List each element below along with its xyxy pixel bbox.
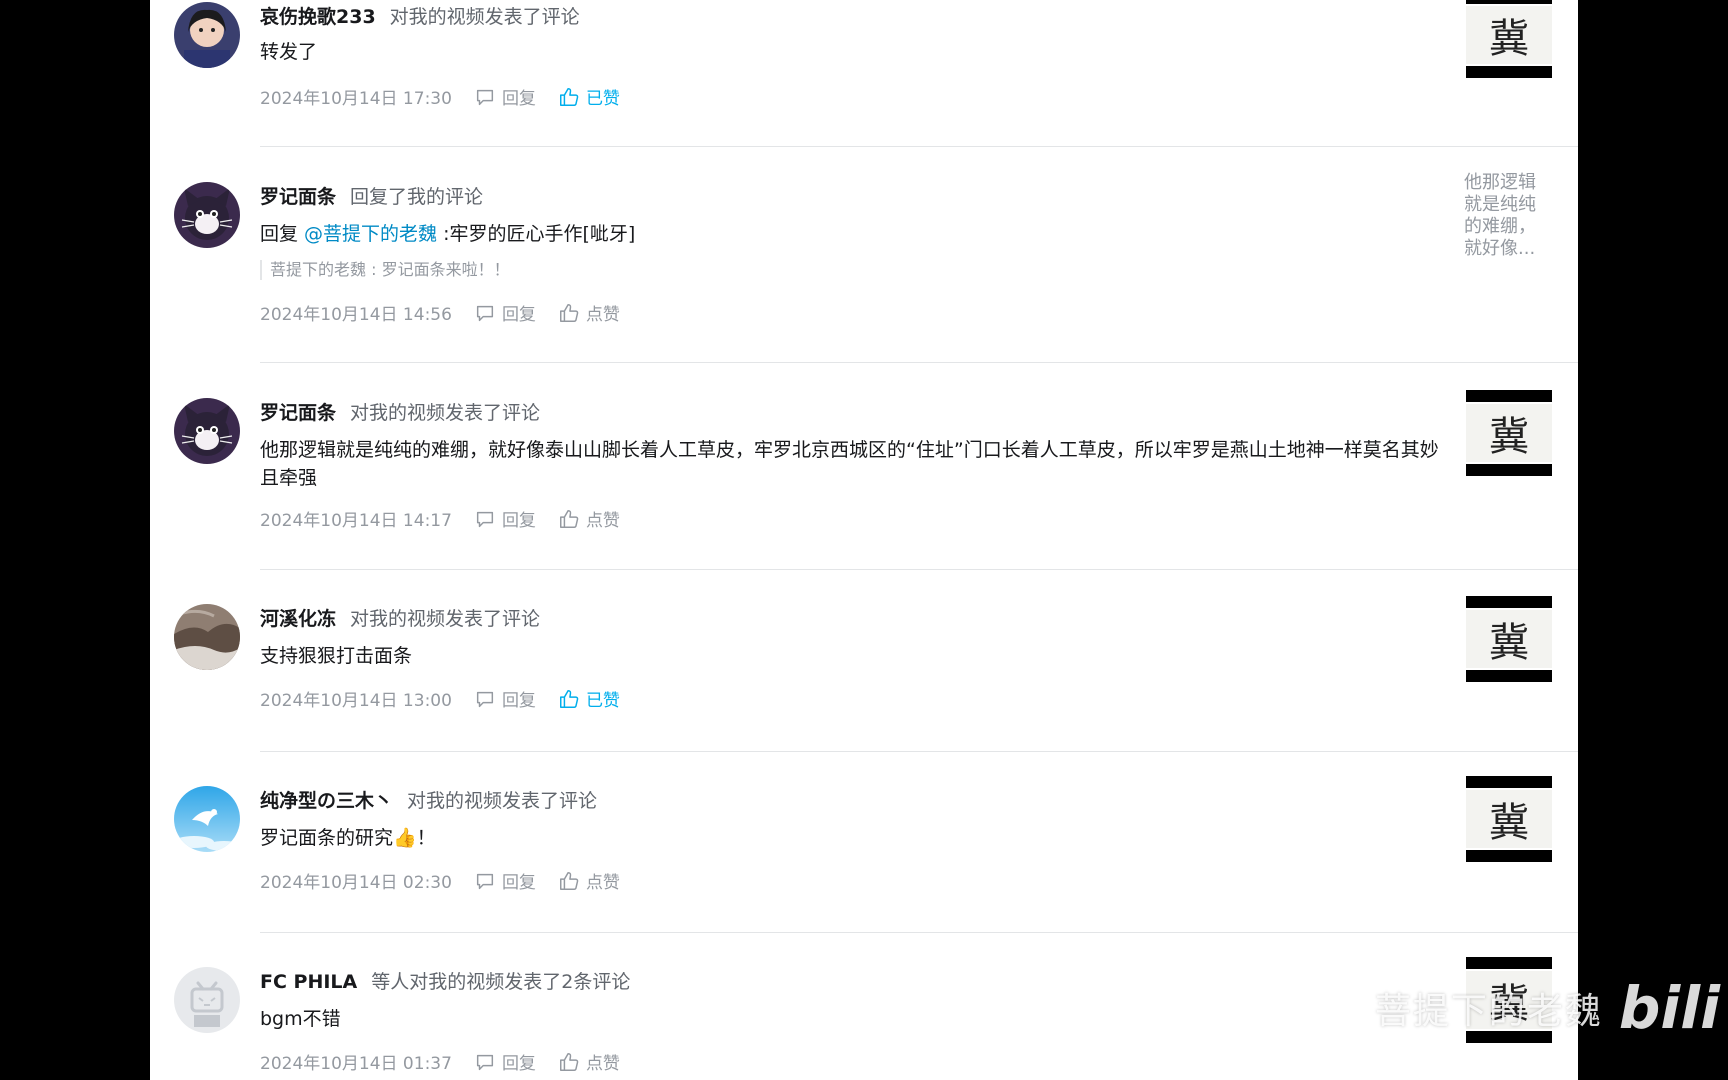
like-button[interactable]: 已赞 <box>558 84 620 109</box>
watermark-text: 菩提下的老魏 <box>1374 991 1603 1032</box>
reply-label: 回复 <box>501 691 536 711</box>
like-label: 点赞 <box>585 511 620 531</box>
action-text: 对我的视频发表了评论 <box>389 6 580 28</box>
thumbnail-glyph: 冀 <box>1466 6 1552 64</box>
action-text: 对我的视频发表了评论 <box>407 790 598 812</box>
reply-label: 回复 <box>501 89 536 109</box>
like-label: 已赞 <box>585 89 620 109</box>
comment-item: FC PHILA 等人对我的视频发表了2条评论 bgm不错 2024年10月14日… <box>150 933 1578 1080</box>
like-button[interactable]: 点赞 <box>558 868 620 893</box>
comment-content: 他那逻辑就是纯纯的难绷，就好像泰山山脚长着人工草皮，牢罗北京西城区的“住址”门口… <box>260 439 1439 489</box>
timestamp: 2024年10月14日 14:17 <box>260 511 452 531</box>
timestamp: 2024年10月14日 14:56 <box>260 305 452 325</box>
comment-item: 罗记面条 对我的视频发表了评论 他那逻辑就是纯纯的难绷，就好像泰山山脚长着人工草皮… <box>150 364 1578 570</box>
timestamp: 2024年10月14日 17:30 <box>260 89 452 109</box>
reply-label: 回复 <box>501 1054 536 1074</box>
quoted-comment: 菩提下的老魏 : 罗记面条来啦！！ <box>260 260 510 280</box>
thumbs-up-icon <box>559 689 579 708</box>
reply-button[interactable]: 回复 <box>474 300 536 325</box>
bilibili-logo-icon: bili <box>1618 974 1720 1042</box>
action-text: 对我的视频发表了评论 <box>350 608 541 630</box>
action-text: 等人对我的视频发表了2条评论 <box>371 971 631 993</box>
avatar[interactable] <box>174 398 240 464</box>
reply-button[interactable]: 回复 <box>474 868 536 893</box>
action-text: 回复了我的评论 <box>350 186 484 208</box>
like-button[interactable]: 点赞 <box>558 1049 620 1074</box>
username[interactable]: 罗记面条 <box>260 402 336 424</box>
username[interactable]: FC PHILA <box>260 971 357 993</box>
avatar[interactable] <box>174 604 240 670</box>
thumbs-up-icon <box>559 87 579 106</box>
thumbs-up-icon <box>559 871 579 890</box>
comment-content: bgm不错 <box>260 1008 341 1030</box>
like-label: 已赞 <box>585 691 620 711</box>
video-thumbnail[interactable]: 冀 <box>1466 0 1552 78</box>
username[interactable]: 罗记面条 <box>260 186 336 208</box>
thumbnail-glyph: 冀 <box>1466 790 1552 848</box>
comment-icon <box>476 89 494 105</box>
comment-item: 哀伤挽歌233 对我的视频发表了评论 转发了 2024年10月14日 17:30 … <box>150 0 1578 148</box>
reply-label: 回复 <box>501 511 536 531</box>
thumbs-up-icon <box>559 303 579 322</box>
timestamp: 2024年10月14日 13:00 <box>260 691 452 711</box>
divider <box>260 362 1578 363</box>
reply-button[interactable]: 回复 <box>474 84 536 109</box>
comment-icon <box>476 873 494 889</box>
timestamp: 2024年10月14日 02:30 <box>260 873 452 893</box>
thumbs-up-icon <box>559 1052 579 1071</box>
action-text: 对我的视频发表了评论 <box>350 402 541 424</box>
comment-item: 河溪化冻 对我的视频发表了评论 支持狠狠打击面条 2024年10月14日 13:0… <box>150 570 1578 752</box>
like-button[interactable]: 已赞 <box>558 686 620 711</box>
avatar[interactable] <box>174 182 240 248</box>
avatar[interactable] <box>174 2 240 68</box>
comment-item: 罗记面条 回复了我的评论 回复 @菩提下的老魏 :牢罗的匠心手作[呲牙] 菩提下的… <box>150 148 1578 364</box>
reply-button[interactable]: 回复 <box>474 686 536 711</box>
reply-button[interactable]: 回复 <box>474 1049 536 1074</box>
reply-label: 回复 <box>501 873 536 893</box>
comment-content: 支持狠狠打击面条 <box>260 645 413 667</box>
mention-link[interactable]: @菩提下的老魏 <box>304 223 437 245</box>
comment-item: 纯净型の三木丶 对我的视频发表了评论 罗记面条的研究👍！ 2024年10月14日 … <box>150 752 1578 933</box>
like-label: 点赞 <box>585 873 620 893</box>
username[interactable]: 河溪化冻 <box>260 608 336 630</box>
comment-content: 罗记面条的研究👍！ <box>260 827 436 849</box>
reply-label: 回复 <box>501 305 536 325</box>
comment-icon <box>476 305 494 321</box>
avatar[interactable] <box>174 786 240 852</box>
username[interactable]: 纯净型の三木丶 <box>260 790 393 812</box>
video-thumbnail[interactable]: 冀 <box>1466 390 1552 476</box>
thumbnail-glyph: 冀 <box>1466 610 1552 668</box>
like-button[interactable]: 点赞 <box>558 300 620 325</box>
comment-icon <box>476 511 494 527</box>
reply-button[interactable]: 回复 <box>474 506 536 531</box>
like-label: 点赞 <box>585 305 620 325</box>
video-thumbnail[interactable]: 冀 <box>1466 776 1552 862</box>
message-panel: 哀伤挽歌233 对我的视频发表了评论 转发了 2024年10月14日 17:30 … <box>150 0 1578 1080</box>
reply-source-preview[interactable]: 他那逻辑就是纯纯的难绷，就好像... <box>1464 172 1548 260</box>
like-button[interactable]: 点赞 <box>558 506 620 531</box>
comment-icon <box>476 1054 494 1070</box>
comment-content: 转发了 <box>260 41 318 63</box>
thumbnail-glyph: 冀 <box>1466 404 1552 462</box>
avatar[interactable] <box>174 967 240 1033</box>
comment-icon <box>476 691 494 707</box>
thumbs-up-icon <box>559 509 579 528</box>
timestamp: 2024年10月14日 01:37 <box>260 1054 452 1074</box>
video-watermark: 菩提下的老魏 bili <box>1375 974 1720 1042</box>
like-label: 点赞 <box>585 1054 620 1074</box>
comment-content: 回复 @菩提下的老魏 :牢罗的匠心手作[呲牙] <box>260 223 636 245</box>
video-thumbnail[interactable]: 冀 <box>1466 596 1552 682</box>
username[interactable]: 哀伤挽歌233 <box>260 6 376 28</box>
divider <box>260 146 1578 147</box>
